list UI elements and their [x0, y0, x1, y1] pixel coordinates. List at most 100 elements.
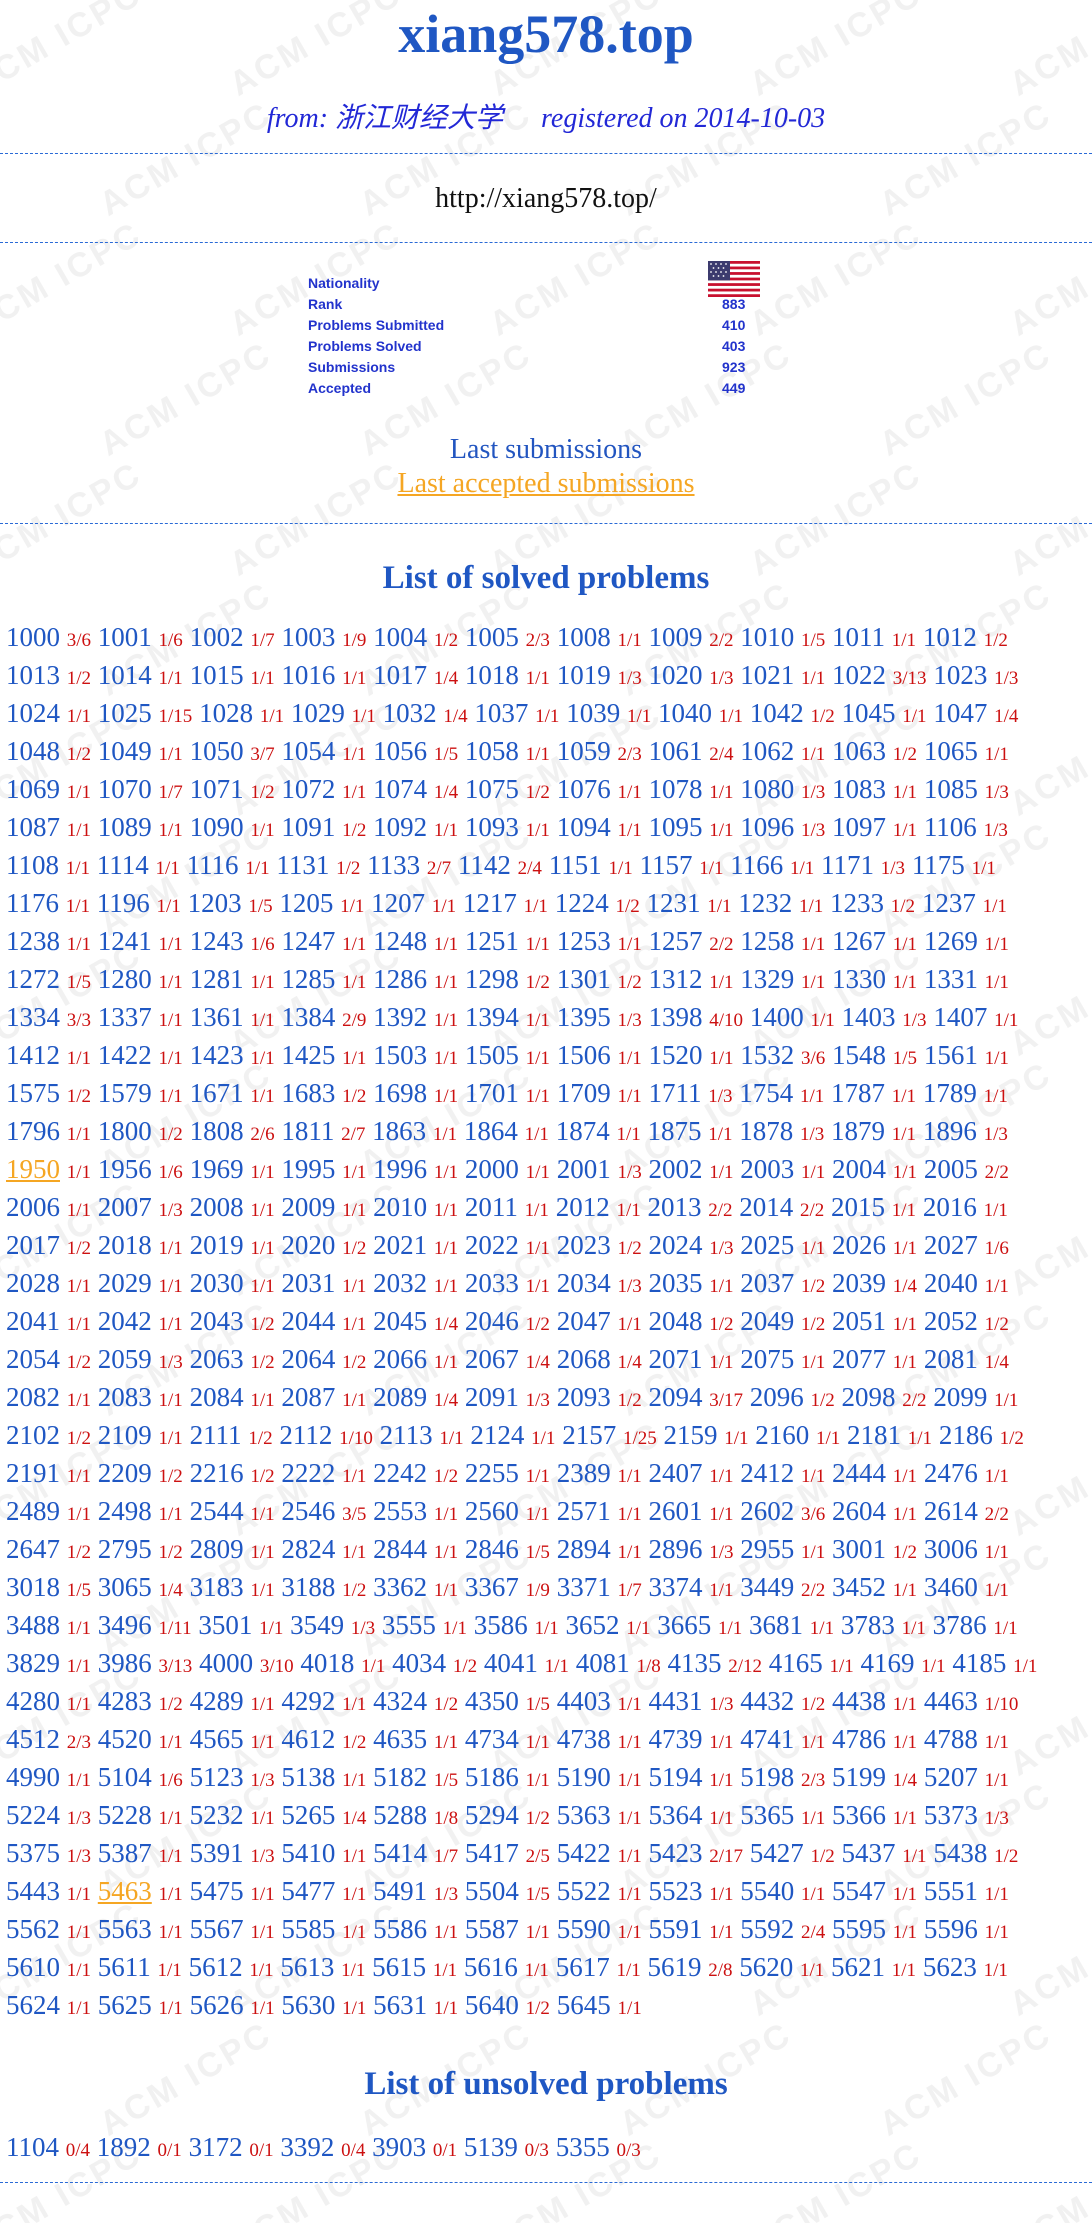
problem-link[interactable]: 1205	[279, 888, 333, 918]
problem-link[interactable]: 2083	[98, 1382, 152, 1412]
problem-link[interactable]: 1407	[933, 1002, 987, 1032]
problem-link[interactable]: 5615	[372, 1952, 426, 1982]
problem-link[interactable]: 2216	[190, 1458, 244, 1488]
problem-link[interactable]: 3452	[832, 1572, 886, 1602]
problem-link[interactable]: 5443	[6, 1876, 60, 1906]
problem-link[interactable]: 1092	[373, 812, 427, 842]
problem-link[interactable]: 2009	[281, 1192, 335, 1222]
problem-link[interactable]: 1074	[373, 774, 427, 804]
problem-link[interactable]: 1048	[6, 736, 60, 766]
problem-link[interactable]: 1005	[465, 622, 519, 652]
problem-link[interactable]: 2059	[98, 1344, 152, 1374]
problem-link[interactable]: 1298	[465, 964, 519, 994]
problem-link[interactable]: 2077	[832, 1344, 886, 1374]
problem-link[interactable]: 4786	[832, 1724, 886, 1754]
problem-link[interactable]: 2024	[648, 1230, 702, 1260]
problem-link[interactable]: 2546	[281, 1496, 335, 1526]
problem-link[interactable]: 5631	[373, 1990, 427, 2020]
problem-link[interactable]: 5585	[281, 1914, 335, 1944]
problem-link[interactable]: 4041	[484, 1648, 538, 1678]
problem-link[interactable]: 1003	[281, 622, 335, 652]
problem-link[interactable]: 5373	[924, 1800, 978, 1830]
problem-link[interactable]: 2489	[6, 1496, 60, 1526]
problem-link[interactable]: 1090	[190, 812, 244, 842]
problem-link[interactable]: 2016	[923, 1192, 977, 1222]
problem-link[interactable]: 1996	[373, 1154, 427, 1184]
problem-link[interactable]: 2476	[924, 1458, 978, 1488]
problem-link[interactable]: 2063	[190, 1344, 244, 1374]
problem-link[interactable]: 3986	[98, 1648, 152, 1678]
problem-link[interactable]: 3652	[565, 1610, 619, 1640]
problem-link[interactable]: 1395	[557, 1002, 611, 1032]
problem-link[interactable]: 3903	[372, 2132, 426, 2162]
problem-link[interactable]: 1093	[465, 812, 519, 842]
problem-link[interactable]: 4000	[199, 1648, 253, 1678]
problem-link[interactable]: 4431	[648, 1686, 702, 1716]
problem-link[interactable]: 2844	[373, 1534, 427, 1564]
problem-link[interactable]: 1096	[740, 812, 794, 842]
problem-link[interactable]: 1018	[465, 660, 519, 690]
problem-link[interactable]: 5592	[740, 1914, 794, 1944]
problem-link[interactable]: 2043	[190, 1306, 244, 1336]
problem-link[interactable]: 3172	[189, 2132, 243, 2162]
problem-link[interactable]: 1050	[190, 736, 244, 766]
problem-link[interactable]: 2045	[373, 1306, 427, 1336]
problem-link[interactable]: 2017	[6, 1230, 60, 1260]
problem-link[interactable]: 1114	[97, 850, 149, 880]
problem-link[interactable]: 5138	[281, 1762, 335, 1792]
problem-link[interactable]: 1175	[912, 850, 965, 880]
problem-link[interactable]: 2047	[557, 1306, 611, 1336]
problem-link[interactable]: 1085	[924, 774, 978, 804]
problem-link[interactable]: 1879	[831, 1116, 885, 1146]
problem-link[interactable]: 2011	[465, 1192, 518, 1222]
problem-link[interactable]: 4169	[861, 1648, 915, 1678]
problem-link[interactable]: 1398	[648, 1002, 702, 1032]
problem-link[interactable]: 5391	[190, 1838, 244, 1868]
problem-link[interactable]: 2039	[832, 1268, 886, 1298]
problem-link[interactable]: 1269	[924, 926, 978, 956]
problem-link[interactable]: 3586	[474, 1610, 528, 1640]
problem-link[interactable]: 1025	[98, 698, 152, 728]
problem-link[interactable]: 3374	[648, 1572, 702, 1602]
problem-link[interactable]: 1071	[190, 774, 244, 804]
problem-link[interactable]: 2209	[98, 1458, 152, 1488]
problem-link[interactable]: 2102	[6, 1420, 60, 1450]
problem-link[interactable]: 1014	[98, 660, 152, 690]
problem-link[interactable]: 2181	[847, 1420, 901, 1450]
problem-link[interactable]: 1083	[832, 774, 886, 804]
problem-link[interactable]: 5190	[557, 1762, 611, 1792]
problem-link[interactable]: 5596	[924, 1914, 978, 1944]
problem-link[interactable]: 3362	[373, 1572, 427, 1602]
problem-link[interactable]: 5612	[189, 1952, 243, 1982]
problem-link[interactable]: 2389	[557, 1458, 611, 1488]
problem-link[interactable]: 4635	[373, 1724, 427, 1754]
problem-link[interactable]: 2022	[465, 1230, 519, 1260]
problem-link[interactable]: 2035	[648, 1268, 702, 1298]
problem-link[interactable]: 1061	[648, 736, 702, 766]
problem-link[interactable]: 1701	[465, 1078, 519, 1108]
problem-link[interactable]: 1203	[188, 888, 242, 918]
problem-link[interactable]: 5123	[190, 1762, 244, 1792]
problem-link[interactable]: 5551	[924, 1876, 978, 1906]
problem-link[interactable]: 1403	[842, 1002, 896, 1032]
problem-link[interactable]: 3488	[6, 1610, 60, 1640]
problem-link[interactable]: 1008	[557, 622, 611, 652]
problem-link[interactable]: 2032	[373, 1268, 427, 1298]
problem-link[interactable]: 5182	[373, 1762, 427, 1792]
problem-link[interactable]: 4463	[924, 1686, 978, 1716]
problem-link[interactable]: 3681	[749, 1610, 803, 1640]
problem-link[interactable]: 3392	[280, 2132, 334, 2162]
problem-link[interactable]: 1004	[373, 622, 427, 652]
problem-link[interactable]: 5504	[465, 1876, 519, 1906]
problem-link[interactable]: 5294	[465, 1800, 519, 1830]
problem-link[interactable]: 1285	[281, 964, 335, 994]
problem-link[interactable]: 3006	[924, 1534, 978, 1564]
problem-link[interactable]: 2033	[465, 1268, 519, 1298]
problem-link[interactable]: 1015	[190, 660, 244, 690]
problem-link[interactable]: 3188	[281, 1572, 335, 1602]
problem-link[interactable]: 2041	[6, 1306, 60, 1336]
problem-link[interactable]: 3449	[740, 1572, 794, 1602]
problem-link[interactable]: 4990	[6, 1762, 60, 1792]
problem-link[interactable]: 1207	[371, 888, 425, 918]
problem-link[interactable]: 1037	[474, 698, 528, 728]
